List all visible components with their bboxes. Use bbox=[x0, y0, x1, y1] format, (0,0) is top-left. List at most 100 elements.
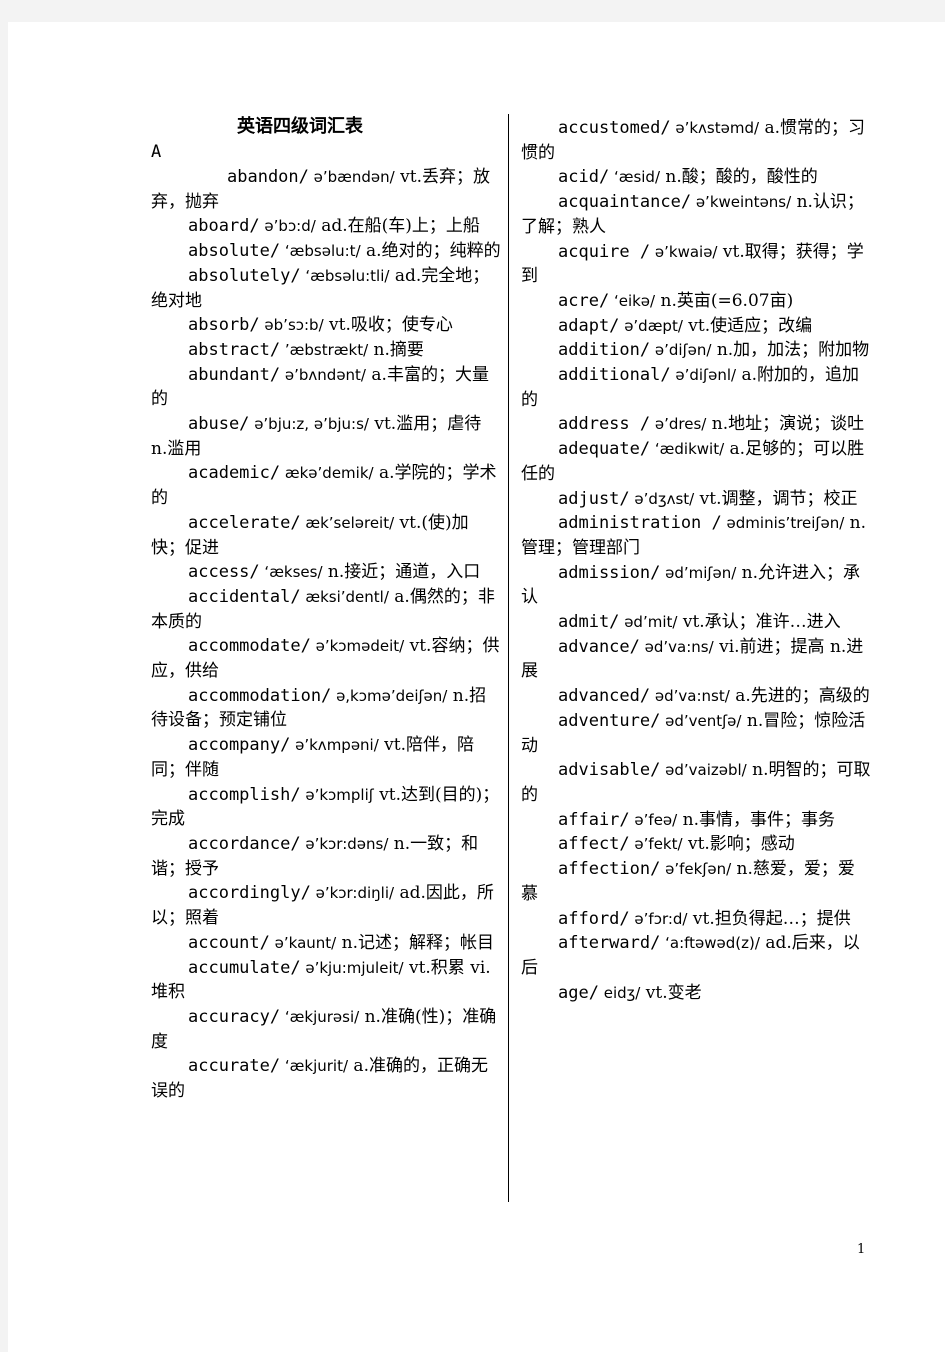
entry-ipa: æksi’dentl/ bbox=[300, 587, 389, 606]
vocab-entry: absolutely/ ‘æbsəlu:tli/ ad.完全地；绝对地 bbox=[151, 264, 501, 313]
vocab-entry: absorb/ əb’sɔ:b/ vt.吸收；使专心 bbox=[151, 313, 501, 338]
entry-ipa: ækə’demik/ bbox=[280, 464, 374, 483]
entry-ipa: ‘æbsəlu:tli/ bbox=[300, 266, 390, 285]
entry-def: n.接近；通道，入口 bbox=[322, 562, 481, 583]
entry-ipa: ə’bʌndənt/ bbox=[280, 365, 366, 384]
entry-ipa: ə’fekʃən/ bbox=[660, 860, 732, 879]
entry-ipa: əd’ventʃə/ bbox=[660, 711, 742, 730]
vocab-entry: abstract/ ’æbstrækt/ n.摘要 bbox=[151, 338, 501, 363]
entry-word: accommodation/ bbox=[188, 685, 332, 706]
left-column: 英语四级词汇表 A abandon/ ə’bændən/ vt.丢弃；放弃，抛弃… bbox=[151, 114, 501, 1104]
entry-ipa: ə’kaunt/ bbox=[269, 933, 337, 952]
entry-ipa: ə’kʌstəmd/ bbox=[670, 119, 760, 137]
entry-word: accommodate/ bbox=[188, 636, 311, 657]
entry-def: n.英亩(=6.07亩) bbox=[655, 290, 794, 311]
vocab-entry: accompany/ ə’kʌmpəni/ vt.陪伴，陪同；伴随 bbox=[151, 733, 501, 782]
entry-word: address / bbox=[558, 414, 651, 435]
entry-ipa: ‘a:ftəwəd(z)/ bbox=[660, 934, 760, 953]
vocab-entry: adventure/ əd’ventʃə/ n.冒险；惊险活动 bbox=[521, 709, 871, 758]
entry-word: addition/ bbox=[558, 340, 651, 361]
entry-ipa: ə’kɔr:dəns/ bbox=[300, 834, 389, 853]
entry-def: n.摘要 bbox=[368, 339, 424, 360]
entry-word: advisable/ bbox=[558, 760, 661, 781]
entry-ipa: ə,kɔmə’deiʃən/ bbox=[331, 686, 448, 705]
vocab-entry: admission/ əd’miʃən/ n.允许进入；承认 bbox=[521, 561, 871, 610]
entry-word: accuracy/ bbox=[188, 1006, 281, 1027]
entry-word: acquire / bbox=[558, 241, 651, 262]
entry-word: age/ bbox=[558, 982, 599, 1003]
page-number: 1 bbox=[857, 1242, 866, 1257]
entry-def: vt.使适应；改编 bbox=[682, 315, 813, 336]
entry-def: n.事情，事件；事务 bbox=[677, 809, 835, 830]
vocab-entry: accelerate/ æk’seləreit/ vt.(使)加快；促进 bbox=[151, 511, 501, 560]
entry-def: n.地址；演说；谈吐 bbox=[706, 414, 865, 435]
vocab-entry: acid/ ‘æsid/ n.酸；酸的，酸性的 bbox=[521, 165, 871, 190]
entry-word: accompany/ bbox=[188, 735, 291, 756]
entry-ipa: ‘ækjurəsi/ bbox=[280, 1007, 360, 1026]
vocab-entry: abundant/ ə’bʌndənt/ a.丰富的；大量的 bbox=[151, 363, 501, 412]
entry-word: acid/ bbox=[558, 167, 610, 188]
entry-word: accomplish/ bbox=[188, 784, 301, 805]
entry-ipa: əb’sɔ:b/ bbox=[259, 316, 324, 335]
entry-ipa: ə’kwaiə/ bbox=[650, 242, 718, 261]
entry-ipa: ə’bændən/ bbox=[308, 168, 395, 186]
entry-ipa: æk’seləreit/ bbox=[300, 513, 395, 532]
entry-ipa: əd’vaizəbl/ bbox=[660, 761, 747, 780]
entry-def: ad.在船(车)上；上船 bbox=[315, 216, 480, 237]
entry-ipa: eidʒ/ bbox=[598, 983, 641, 1002]
entry-ipa: ə’kɔmpliʃ bbox=[300, 785, 374, 804]
entry-ipa: ə’kweintəns/ bbox=[691, 193, 792, 212]
vocab-entry: acquaintance/ ə’kweintəns/ n.认识；了解；熟人 bbox=[521, 190, 871, 239]
entry-word: accelerate/ bbox=[188, 512, 301, 533]
vocab-entry: acre/ ‘eikə/ n.英亩(=6.07亩) bbox=[521, 289, 871, 314]
entry-word: adequate/ bbox=[558, 439, 651, 460]
vocab-entry: adequate/ ‘ædikwit/ a.足够的；可以胜任的 bbox=[521, 437, 871, 486]
vocab-entry: accommodate/ ə’kɔmədeit/ vt.容纳；供应，供给 bbox=[151, 634, 501, 683]
vocab-entry: adapt/ ə’dæpt/ vt.使适应；改编 bbox=[521, 314, 871, 339]
entry-def: vt.担负得起…；提供 bbox=[687, 908, 851, 929]
entry-word: acre/ bbox=[558, 290, 610, 311]
entry-word: adventure/ bbox=[558, 710, 661, 731]
entry-ipa: ‘ædikwit/ bbox=[650, 440, 725, 459]
entry-ipa: ə’dʒʌst/ bbox=[629, 489, 695, 508]
entry-word: absorb/ bbox=[188, 315, 260, 336]
entry-ipa: ə’diʃən/ bbox=[650, 341, 712, 360]
entry-def: a.先进的；高级的 bbox=[729, 686, 870, 707]
vocab-entry: administration / ədminis’treiʃən/ n.管理；管… bbox=[521, 511, 871, 560]
entry-word: abuse/ bbox=[188, 414, 250, 435]
entry-def: vt.变老 bbox=[640, 982, 702, 1003]
vocab-entry: accomplish/ ə’kɔmpliʃ vt.达到(目的)；完成 bbox=[151, 783, 501, 832]
entry-word: adapt/ bbox=[558, 315, 620, 336]
entry-ipa: ədminis’treiʃən/ bbox=[721, 514, 845, 533]
vocab-entry: absolute/ ‘æbsəlu:t/ a.绝对的；纯粹的 bbox=[151, 239, 501, 264]
entry-ipa: əd’miʃən/ bbox=[660, 563, 737, 582]
vocab-entry: account/ ə’kaunt/ n.记述；解释；帐目 bbox=[151, 931, 501, 956]
entry-word: accordingly/ bbox=[188, 883, 311, 904]
entry-def: n.加，加法；附加物 bbox=[711, 340, 870, 361]
entry-word: accumulate/ bbox=[188, 957, 301, 978]
entry-word: advanced/ bbox=[558, 686, 651, 707]
vocab-entry: afterward/ ‘a:ftəwəd(z)/ ad.后来，以后 bbox=[521, 931, 871, 980]
section-letter: A bbox=[151, 142, 162, 162]
right-entry-list: accustomed/ ə’kʌstəmd/ a.惯常的；习惯的 acid/ ‘æ… bbox=[521, 116, 871, 1005]
entry-ipa: ə’kɔr:diŋli/ bbox=[310, 884, 395, 903]
vocab-entry: accurate/ ‘ækjurit/ a.准确的，正确无误的 bbox=[151, 1054, 501, 1103]
vocab-entry: accordingly/ ə’kɔr:diŋli/ ad.因此，所以；照着 bbox=[151, 881, 501, 930]
entry-word: absolutely/ bbox=[188, 265, 301, 286]
entry-word: academic/ bbox=[188, 463, 281, 484]
entry-ipa: ‘ækjurit/ bbox=[280, 1057, 349, 1076]
entry-word: account/ bbox=[188, 932, 270, 953]
entry-word: admit/ bbox=[558, 612, 620, 633]
vocab-entry: additional/ ə’diʃənl/ a.附加的，追加的 bbox=[521, 363, 871, 412]
entry-ipa: ə’fekt/ bbox=[629, 835, 683, 854]
vocab-entry: addition/ ə’diʃən/ n.加，加法；附加物 bbox=[521, 338, 871, 363]
entry-ipa: ə’bɔ:d/ bbox=[259, 217, 316, 236]
entry-ipa: ə’diʃənl/ bbox=[670, 366, 737, 385]
entry-ipa: ə’bju:z, ə’bju:s/ bbox=[249, 415, 369, 434]
entry-ipa: ə’kju:mjuleit/ bbox=[300, 958, 404, 977]
entry-ipa: ə’fɔr:d/ bbox=[629, 909, 688, 928]
vocab-entry: address / ə’dres/ n.地址；演说；谈吐 bbox=[521, 412, 871, 437]
vocab-entry: affection/ ə’fekʃən/ n.慈爱，爱；爱慕 bbox=[521, 857, 871, 906]
entry-ipa: əd’va:nst/ bbox=[650, 687, 730, 706]
entry-word: accurate/ bbox=[188, 1056, 281, 1077]
